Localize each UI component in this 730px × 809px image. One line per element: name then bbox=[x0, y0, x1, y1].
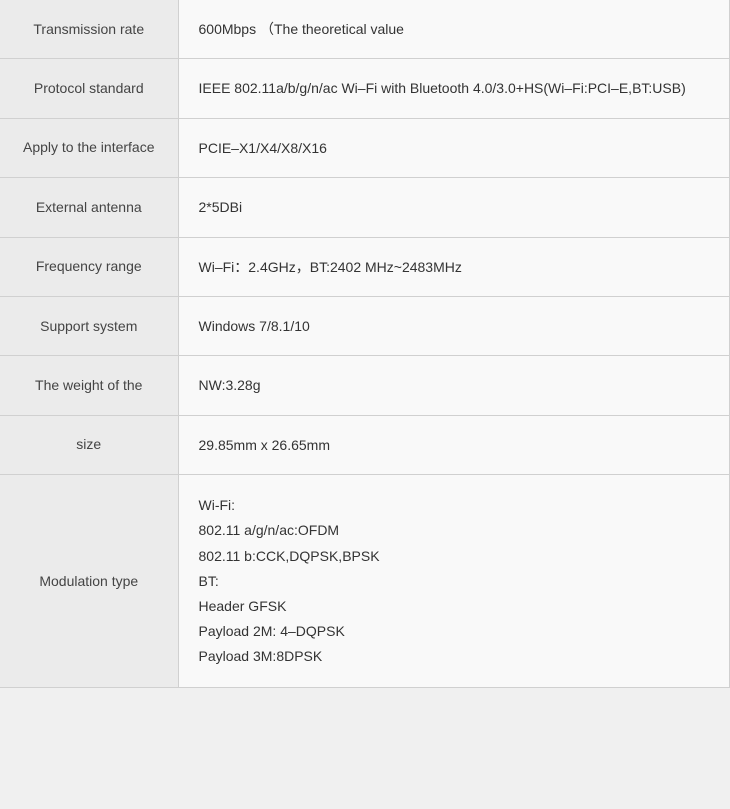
table-row: Apply to the interfacePCIE–X1/X4/X8/X16 bbox=[0, 118, 730, 177]
spec-label: The weight of the bbox=[0, 356, 178, 415]
spec-value: PCIE–X1/X4/X8/X16 bbox=[178, 118, 730, 177]
spec-label: Transmission rate bbox=[0, 0, 178, 59]
spec-value: Wi–Fi：2.4GHz，BT:2402 MHz~2483MHz bbox=[178, 237, 730, 296]
table-row: Frequency rangeWi–Fi：2.4GHz，BT:2402 MHz~… bbox=[0, 237, 730, 296]
spec-value: 29.85mm x 26.65mm bbox=[178, 415, 730, 474]
spec-value: 600Mbps （The theoretical value bbox=[178, 0, 730, 59]
spec-label: Apply to the interface bbox=[0, 118, 178, 177]
spec-table: Transmission rate600Mbps （The theoretica… bbox=[0, 0, 730, 688]
table-row: Protocol standardIEEE 802.11a/b/g/n/ac W… bbox=[0, 59, 730, 118]
spec-label: Modulation type bbox=[0, 475, 178, 688]
table-row: External antenna2*5DBi bbox=[0, 178, 730, 237]
table-row: size29.85mm x 26.65mm bbox=[0, 415, 730, 474]
spec-value: IEEE 802.11a/b/g/n/ac Wi–Fi with Bluetoo… bbox=[178, 59, 730, 118]
table-row: Transmission rate600Mbps （The theoretica… bbox=[0, 0, 730, 59]
table-row: The weight of theNW:3.28g bbox=[0, 356, 730, 415]
spec-value: NW:3.28g bbox=[178, 356, 730, 415]
spec-value: Windows 7/8.1/10 bbox=[178, 296, 730, 355]
spec-value: 2*5DBi bbox=[178, 178, 730, 237]
table-row: Support systemWindows 7/8.1/10 bbox=[0, 296, 730, 355]
spec-label: External antenna bbox=[0, 178, 178, 237]
spec-label: Protocol standard bbox=[0, 59, 178, 118]
table-row: Modulation typeWi-Fi:802.11 a/g/n/ac:OFD… bbox=[0, 475, 730, 688]
spec-label: Support system bbox=[0, 296, 178, 355]
spec-label: size bbox=[0, 415, 178, 474]
spec-label: Frequency range bbox=[0, 237, 178, 296]
spec-value: Wi-Fi:802.11 a/g/n/ac:OFDM802.11 b:CCK,D… bbox=[178, 475, 730, 688]
